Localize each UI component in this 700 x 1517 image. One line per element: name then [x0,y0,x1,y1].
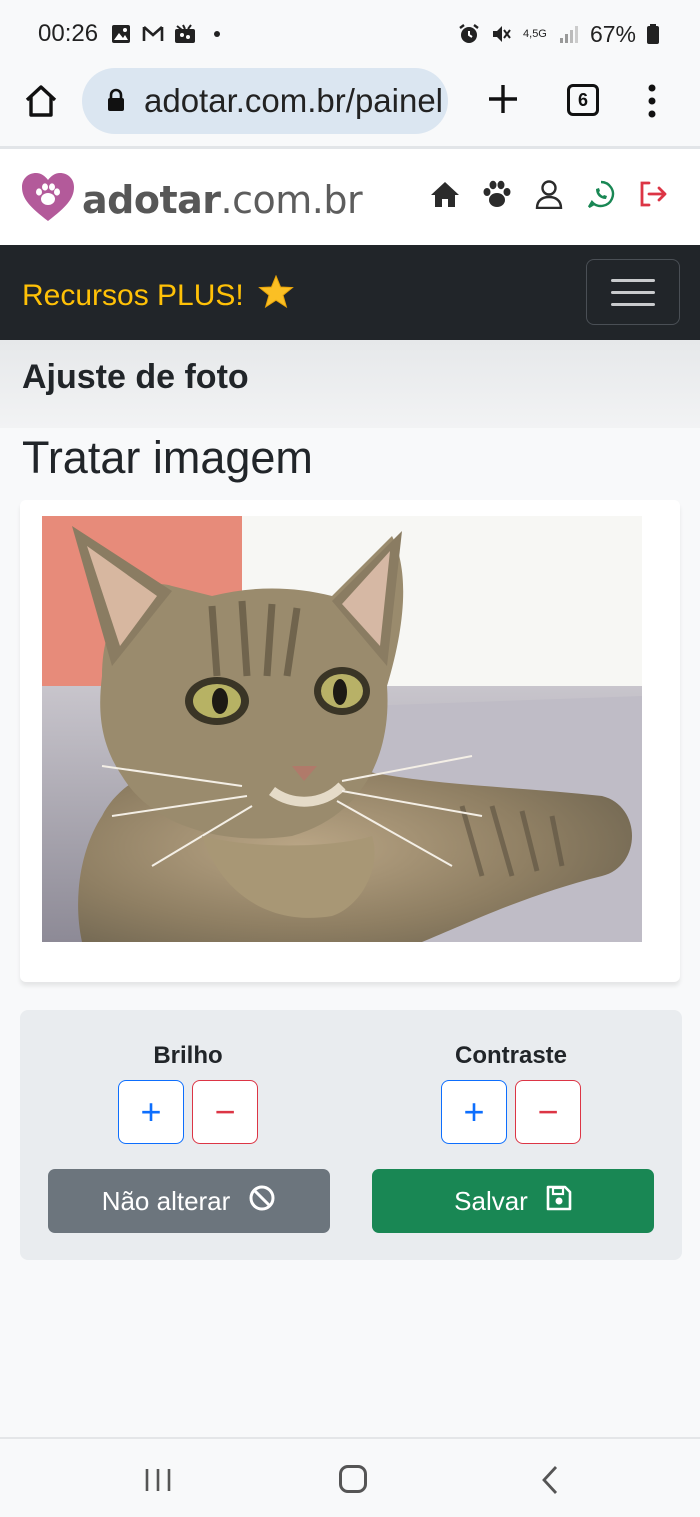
adjust-controls-panel: Brilho + − Contraste + − Não alterar Sal… [20,1010,682,1260]
tabs-icon[interactable]: 6 [567,84,599,116]
image-preview-card [20,500,680,982]
lock-icon [106,88,126,117]
browser-toolbar: adotar.com.br/painel 6 [0,66,700,146]
status-time: 00:26 [38,20,99,47]
brightness-increase-button[interactable]: + [118,1080,184,1144]
browser-home-icon[interactable] [22,82,60,120]
android-navigation-bar [0,1437,700,1517]
page-heading-bar: Ajuste de foto [0,340,700,428]
recents-icon[interactable] [144,1467,172,1498]
hamburger-line [611,278,655,282]
logo-text-domain: .com.br [220,177,363,222]
more-icon[interactable] [642,82,662,120]
home-icon[interactable] [430,179,460,209]
dont-change-label: Não alterar [101,1185,231,1216]
star-icon [257,274,294,317]
back-icon[interactable] [540,1465,560,1500]
logo-text: adotar.com.br [82,177,363,222]
battery-icon [646,23,660,45]
save-label: Salvar [454,1185,528,1216]
dont-change-button[interactable]: Não alterar [48,1169,330,1233]
hamburger-line [611,290,655,294]
ban-icon [248,1184,276,1219]
main-navbar: Recursos PLUS! [0,245,700,340]
user-icon[interactable] [534,179,564,209]
contrast-decrease-button[interactable]: − [515,1080,581,1144]
site-logo[interactable]: adotar.com.br [20,171,363,228]
contrast-label: Contraste [454,1042,568,1069]
logout-icon[interactable] [638,179,668,209]
network-label: 4,5G [523,28,547,40]
paw-icon[interactable] [482,179,512,209]
hamburger-line [611,302,655,306]
cat-photo [42,516,642,942]
new-tab-icon[interactable] [486,82,520,116]
brightness-decrease-button[interactable]: − [192,1080,258,1144]
dot-icon [206,23,228,45]
floppy-disk-icon [546,1185,572,1218]
gmail-icon [142,23,164,45]
plus-features-label: Recursos PLUS! [22,279,244,312]
alarm-icon [458,23,480,45]
save-button[interactable]: Salvar [372,1169,654,1233]
page-title: Ajuste de foto [22,358,249,396]
gallery-icon [110,23,132,45]
battery-level: 67% [589,20,636,47]
logo-text-bold: adotar [82,177,221,222]
app-icon [174,23,196,45]
status-bar: 00:26 4,5G 67% [0,0,700,66]
menu-toggle-button[interactable] [586,259,680,325]
section-title: Tratar imagem [22,432,313,483]
whatsapp-icon[interactable] [586,179,616,209]
url-bar[interactable]: adotar.com.br/painel [82,68,448,134]
signal-icon [558,23,580,45]
url-text: adotar.com.br/painel [144,82,444,119]
plus-features-link[interactable]: Recursos PLUS! [22,274,294,317]
brightness-label: Brilho [153,1042,223,1069]
brightness-control: Brilho + − [118,1042,258,1144]
mute-icon [490,23,512,45]
android-home-icon[interactable] [339,1465,367,1493]
site-header: adotar.com.br [0,149,700,245]
contrast-control: Contraste + − [441,1042,581,1144]
contrast-increase-button[interactable]: + [441,1080,507,1144]
heart-paw-logo-icon [20,171,76,228]
